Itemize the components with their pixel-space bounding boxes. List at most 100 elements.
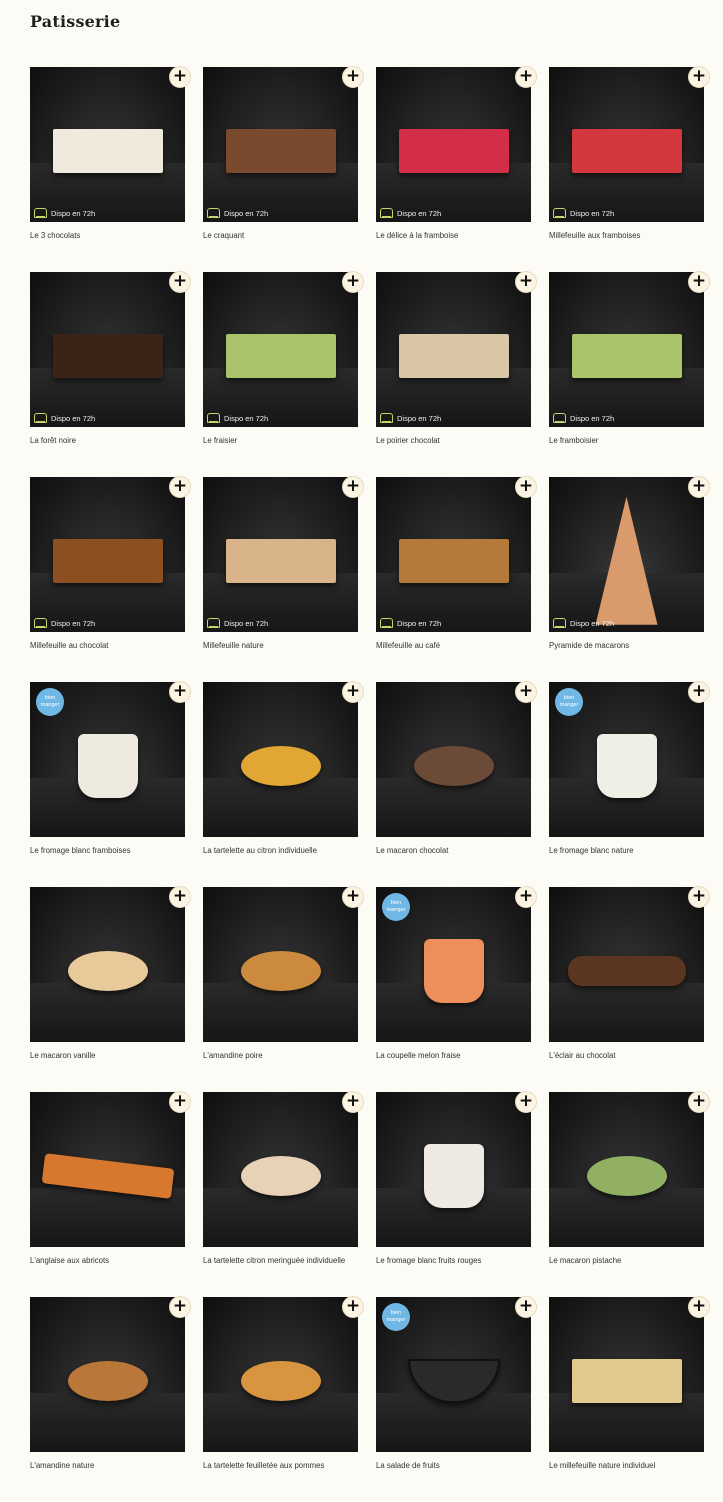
product-name[interactable]: La tartelette citron meringuée individue… — [203, 1256, 358, 1265]
product-card[interactable]: Dispo en 72h + Le poirier chocolat — [376, 271, 537, 477]
product-image[interactable]: bien manger — [30, 682, 185, 837]
product-card[interactable]: + La tartelette au citron individuelle — [203, 681, 364, 887]
add-to-cart-button[interactable]: + — [342, 476, 364, 498]
product-image[interactable]: Dispo en 72h — [376, 477, 531, 632]
product-card[interactable]: bien manger + La coupelle melon fraise — [376, 886, 537, 1092]
product-image[interactable] — [203, 887, 358, 1042]
product-card[interactable]: Dispo en 72h + Le fraisier — [203, 271, 364, 477]
product-name[interactable]: Le délice à la framboise — [376, 231, 531, 240]
product-name[interactable]: Le macaron pistache — [549, 1256, 704, 1265]
product-image[interactable]: Dispo en 72h — [30, 272, 185, 427]
product-name[interactable]: Le fraisier — [203, 436, 358, 445]
product-name[interactable]: Le macaron vanille — [30, 1051, 185, 1060]
product-card[interactable]: + L'amandine nature — [30, 1296, 191, 1502]
product-card[interactable]: + Le macaron vanille — [30, 886, 191, 1092]
add-to-cart-button[interactable]: + — [688, 66, 710, 88]
product-image[interactable]: Dispo en 72h — [549, 477, 704, 632]
product-name[interactable]: Le framboisier — [549, 436, 704, 445]
product-name[interactable]: Le macaron chocolat — [376, 846, 531, 855]
add-to-cart-button[interactable]: + — [342, 271, 364, 293]
product-name[interactable]: Millefeuille au chocolat — [30, 641, 185, 650]
add-to-cart-button[interactable]: + — [169, 1296, 191, 1318]
product-card[interactable]: Dispo en 72h + Le 3 chocolats — [30, 66, 191, 272]
product-name[interactable]: La coupelle melon fraise — [376, 1051, 531, 1060]
add-to-cart-button[interactable]: + — [169, 271, 191, 293]
product-name[interactable]: La salade de fruits — [376, 1461, 531, 1470]
product-name[interactable]: La tartelette au citron individuelle — [203, 846, 358, 855]
add-to-cart-button[interactable]: + — [515, 681, 537, 703]
product-image[interactable]: bien manger — [376, 887, 531, 1042]
product-card[interactable]: Dispo en 72h + Millefeuille au chocolat — [30, 476, 191, 682]
product-image[interactable] — [30, 1297, 185, 1452]
product-card[interactable]: + Le millefeuille nature individuel — [549, 1296, 710, 1502]
product-card[interactable]: bien manger + Le fromage blanc nature — [549, 681, 710, 887]
add-to-cart-button[interactable]: + — [342, 1296, 364, 1318]
product-name[interactable]: Le fromage blanc nature — [549, 846, 704, 855]
product-image[interactable] — [549, 1297, 704, 1452]
product-image[interactable]: bien manger — [549, 682, 704, 837]
add-to-cart-button[interactable]: + — [515, 1296, 537, 1318]
add-to-cart-button[interactable]: + — [688, 681, 710, 703]
product-card[interactable]: + Le macaron chocolat — [376, 681, 537, 887]
product-card[interactable]: + Le macaron pistache — [549, 1091, 710, 1297]
product-card[interactable]: Dispo en 72h + Le délice à la framboise — [376, 66, 537, 272]
add-to-cart-button[interactable]: + — [169, 886, 191, 908]
product-name[interactable]: Le fromage blanc framboises — [30, 846, 185, 855]
add-to-cart-button[interactable]: + — [169, 66, 191, 88]
add-to-cart-button[interactable]: + — [688, 1091, 710, 1113]
product-card[interactable]: Dispo en 72h + Pyramide de macarons — [549, 476, 710, 682]
product-image[interactable]: Dispo en 72h — [376, 272, 531, 427]
product-image[interactable] — [549, 887, 704, 1042]
add-to-cart-button[interactable]: + — [515, 1091, 537, 1113]
product-name[interactable]: Le craquant — [203, 231, 358, 240]
add-to-cart-button[interactable]: + — [688, 886, 710, 908]
product-name[interactable]: La tartelette feuilletée aux pommes — [203, 1461, 358, 1470]
add-to-cart-button[interactable]: + — [688, 1296, 710, 1318]
product-image[interactable] — [203, 1092, 358, 1247]
product-image[interactable]: Dispo en 72h — [30, 67, 185, 222]
product-name[interactable]: L'éclair au chocolat — [549, 1051, 704, 1060]
add-to-cart-button[interactable]: + — [169, 1091, 191, 1113]
add-to-cart-button[interactable]: + — [342, 1091, 364, 1113]
product-card[interactable]: bien manger + Le fromage blanc framboise… — [30, 681, 191, 887]
add-to-cart-button[interactable]: + — [688, 271, 710, 293]
product-card[interactable]: bien manger + La salade de fruits — [376, 1296, 537, 1502]
product-image[interactable] — [30, 887, 185, 1042]
add-to-cart-button[interactable]: + — [688, 476, 710, 498]
add-to-cart-button[interactable]: + — [515, 476, 537, 498]
product-image[interactable]: Dispo en 72h — [203, 67, 358, 222]
product-image[interactable] — [376, 682, 531, 837]
product-image[interactable]: Dispo en 72h — [30, 477, 185, 632]
product-name[interactable]: Millefeuille aux framboises — [549, 231, 704, 240]
product-image[interactable] — [376, 1092, 531, 1247]
product-image[interactable]: Dispo en 72h — [549, 272, 704, 427]
product-image[interactable] — [549, 1092, 704, 1247]
add-to-cart-button[interactable]: + — [515, 271, 537, 293]
product-name[interactable]: Le millefeuille nature individuel — [549, 1461, 704, 1470]
product-name[interactable]: L'anglaise aux abricots — [30, 1256, 185, 1265]
product-image[interactable]: Dispo en 72h — [376, 67, 531, 222]
product-name[interactable]: Le fromage blanc fruits rouges — [376, 1256, 531, 1265]
product-image[interactable]: bien manger — [376, 1297, 531, 1452]
product-name[interactable]: Pyramide de macarons — [549, 641, 704, 650]
add-to-cart-button[interactable]: + — [169, 681, 191, 703]
add-to-cart-button[interactable]: + — [342, 681, 364, 703]
product-image[interactable]: Dispo en 72h — [203, 477, 358, 632]
product-image[interactable] — [203, 1297, 358, 1452]
product-image[interactable]: Dispo en 72h — [203, 272, 358, 427]
product-card[interactable]: + Le fromage blanc fruits rouges — [376, 1091, 537, 1297]
product-card[interactable]: + L'amandine poire — [203, 886, 364, 1092]
add-to-cart-button[interactable]: + — [342, 66, 364, 88]
product-name[interactable]: Millefeuille nature — [203, 641, 358, 650]
product-name[interactable]: L'amandine poire — [203, 1051, 358, 1060]
product-name[interactable]: La forêt noire — [30, 436, 185, 445]
product-card[interactable]: + La tartelette feuilletée aux pommes — [203, 1296, 364, 1502]
product-name[interactable]: Le 3 chocolats — [30, 231, 185, 240]
product-card[interactable]: Dispo en 72h + Le craquant — [203, 66, 364, 272]
product-image[interactable] — [203, 682, 358, 837]
add-to-cart-button[interactable]: + — [342, 886, 364, 908]
product-card[interactable]: Dispo en 72h + Millefeuille nature — [203, 476, 364, 682]
product-card[interactable]: Dispo en 72h + Millefeuille au café — [376, 476, 537, 682]
product-card[interactable]: Dispo en 72h + La forêt noire — [30, 271, 191, 477]
product-card[interactable]: + L'anglaise aux abricots — [30, 1091, 191, 1297]
